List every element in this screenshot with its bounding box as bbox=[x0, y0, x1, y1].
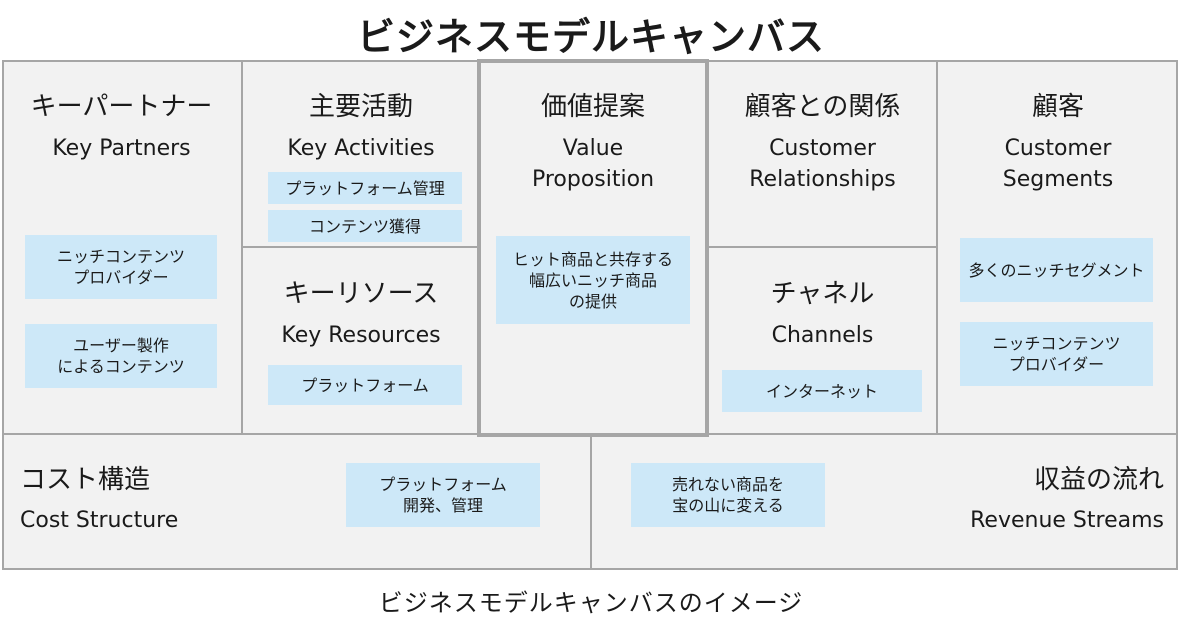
key-resources-title-jp: キーリソース bbox=[283, 279, 439, 309]
sticky-note: ユーザー製作 によるコンテンツ bbox=[25, 324, 217, 388]
sticky-note: 多くのニッチセグメント bbox=[960, 238, 1153, 302]
sticky-note: ヒット商品と共存する 幅広いニッチ商品 の提供 bbox=[496, 236, 690, 324]
divider bbox=[590, 433, 592, 570]
channels-title-en: Channels bbox=[771, 323, 874, 348]
sticky-note: プラットフォーム bbox=[268, 365, 462, 405]
figure-caption: ビジネスモデルキャンバスのイメージ bbox=[378, 589, 804, 617]
key-partners-title-en: Key Partners bbox=[52, 136, 191, 161]
sticky-note: インターネット bbox=[722, 370, 922, 412]
customer-relationships-title-en: Customer Relationships bbox=[749, 136, 896, 192]
customer-segments-title-jp: 顧客 bbox=[1031, 92, 1084, 122]
customer-relationships-title-jp: 顧客との関係 bbox=[744, 92, 901, 122]
key-activities-title-jp: 主要活動 bbox=[308, 92, 413, 122]
divider bbox=[241, 246, 479, 248]
divider bbox=[707, 246, 938, 248]
sticky-note: プラットフォーム管理 bbox=[268, 172, 462, 204]
customer-segments-title-en: Customer Segments bbox=[1002, 136, 1114, 192]
sticky-note: 売れない商品を 宝の山に変える bbox=[631, 463, 825, 527]
value-proposition-title-en: Value Proposition bbox=[531, 136, 655, 192]
revenue-streams-title-en: Revenue Streams bbox=[970, 508, 1164, 533]
key-resources-title-en: Key Resources bbox=[281, 323, 441, 348]
cost-structure-title-jp: コスト構造 bbox=[20, 465, 151, 495]
sticky-note: コンテンツ獲得 bbox=[268, 210, 462, 242]
page-title: ビジネスモデルキャンバス bbox=[356, 15, 825, 59]
sticky-note: プラットフォーム 開発、管理 bbox=[346, 463, 540, 527]
channels-title-jp: チャネル bbox=[770, 279, 875, 309]
value-proposition-title-jp: 価値提案 bbox=[540, 92, 645, 122]
revenue-streams-title-jp: 収益の流れ bbox=[1033, 465, 1164, 495]
key-partners-title-jp: キーパートナー bbox=[30, 92, 213, 122]
key-activities-title-en: Key Activities bbox=[287, 136, 435, 161]
cost-structure-title-en: Cost Structure bbox=[20, 508, 179, 533]
sticky-note: ニッチコンテンツ プロバイダー bbox=[25, 235, 217, 299]
sticky-note: ニッチコンテンツ プロバイダー bbox=[960, 322, 1153, 386]
